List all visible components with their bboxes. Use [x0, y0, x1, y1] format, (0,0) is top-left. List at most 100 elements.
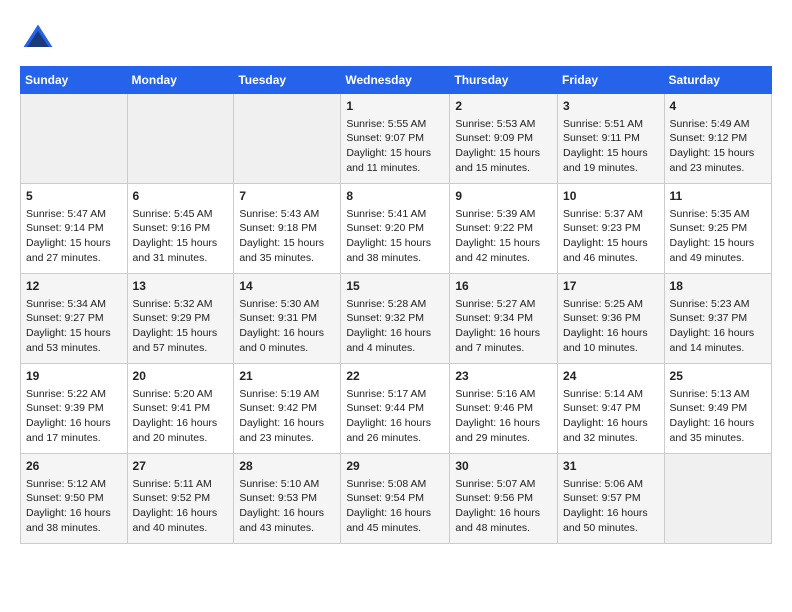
calendar-cell: 26 Sunrise: 5:12 AM Sunset: 9:50 PM Dayli… — [21, 454, 128, 544]
day-number: 26 — [26, 458, 122, 475]
calendar-cell: 21 Sunrise: 5:19 AM Sunset: 9:42 PM Dayli… — [234, 364, 341, 454]
calendar-cell: 28 Sunrise: 5:10 AM Sunset: 9:53 PM Dayli… — [234, 454, 341, 544]
day-number: 1 — [346, 98, 444, 115]
day-number: 24 — [563, 368, 659, 385]
day-info: Sunrise: 5:22 AM Sunset: 9:39 PM Dayligh… — [26, 388, 111, 444]
day-number: 31 — [563, 458, 659, 475]
calendar-cell: 29 Sunrise: 5:08 AM Sunset: 9:54 PM Dayli… — [341, 454, 450, 544]
calendar-cell: 16Sunrise: 5:27 AM Sunset: 9:34 PM Dayli… — [450, 274, 558, 364]
day-info: Sunrise: 5:14 AM Sunset: 9:47 PM Dayligh… — [563, 388, 648, 444]
day-number: 27 — [133, 458, 229, 475]
day-info: Sunrise: 5:51 AM Sunset: 9:11 PM Dayligh… — [563, 118, 648, 174]
day-info: Sunrise: 5:47 AM Sunset: 9:14 PM Dayligh… — [26, 208, 111, 264]
day-info: Sunrise: 5:28 AM Sunset: 9:32 PM Dayligh… — [346, 298, 431, 354]
calendar-cell: 11 Sunrise: 5:35 AM Sunset: 9:25 PM Dayli… — [664, 184, 771, 274]
calendar-cell: 18 Sunrise: 5:23 AM Sunset: 9:37 PM Dayli… — [664, 274, 771, 364]
calendar-header-sunday: Sunday — [21, 67, 128, 94]
day-number: 4 — [670, 98, 766, 115]
day-info: Sunrise: 5:30 AM Sunset: 9:31 PM Dayligh… — [239, 298, 324, 354]
day-number: 23 — [455, 368, 552, 385]
calendar-cell: 24 Sunrise: 5:14 AM Sunset: 9:47 PM Dayli… — [558, 364, 665, 454]
day-number: 8 — [346, 188, 444, 205]
logo-icon — [20, 20, 56, 56]
day-number: 9 — [455, 188, 552, 205]
calendar-cell: 30Sunrise: 5:07 AM Sunset: 9:56 PM Dayli… — [450, 454, 558, 544]
calendar-cell: 7Sunrise: 5:43 AM Sunset: 9:18 PM Daylig… — [234, 184, 341, 274]
calendar-cell: 31 Sunrise: 5:06 AM Sunset: 9:57 PM Dayli… — [558, 454, 665, 544]
day-number: 6 — [133, 188, 229, 205]
day-number: 22 — [346, 368, 444, 385]
day-number: 21 — [239, 368, 335, 385]
calendar-cell: 9Sunrise: 5:39 AM Sunset: 9:22 PM Daylig… — [450, 184, 558, 274]
day-number: 5 — [26, 188, 122, 205]
calendar-header-monday: Monday — [127, 67, 234, 94]
day-info: Sunrise: 5:25 AM Sunset: 9:36 PM Dayligh… — [563, 298, 648, 354]
day-info: Sunrise: 5:41 AM Sunset: 9:20 PM Dayligh… — [346, 208, 431, 264]
day-info: Sunrise: 5:06 AM Sunset: 9:57 PM Dayligh… — [563, 478, 648, 534]
day-info: Sunrise: 5:55 AM Sunset: 9:07 PM Dayligh… — [346, 118, 431, 174]
calendar-header-saturday: Saturday — [664, 67, 771, 94]
day-number: 29 — [346, 458, 444, 475]
calendar-cell: 25Sunrise: 5:13 AM Sunset: 9:49 PM Dayli… — [664, 364, 771, 454]
calendar-cell — [127, 94, 234, 184]
day-info: Sunrise: 5:23 AM Sunset: 9:37 PM Dayligh… — [670, 298, 755, 354]
day-info: Sunrise: 5:37 AM Sunset: 9:23 PM Dayligh… — [563, 208, 648, 264]
day-number: 17 — [563, 278, 659, 295]
day-info: Sunrise: 5:35 AM Sunset: 9:25 PM Dayligh… — [670, 208, 755, 264]
day-info: Sunrise: 5:11 AM Sunset: 9:52 PM Dayligh… — [133, 478, 218, 534]
calendar-cell: 22 Sunrise: 5:17 AM Sunset: 9:44 PM Dayli… — [341, 364, 450, 454]
day-number: 3 — [563, 98, 659, 115]
day-info: Sunrise: 5:20 AM Sunset: 9:41 PM Dayligh… — [133, 388, 218, 444]
day-number: 16 — [455, 278, 552, 295]
calendar-cell — [664, 454, 771, 544]
calendar-week-row: 12Sunrise: 5:34 AM Sunset: 9:27 PM Dayli… — [21, 274, 772, 364]
day-number: 18 — [670, 278, 766, 295]
day-number: 25 — [670, 368, 766, 385]
calendar-cell: 13 Sunrise: 5:32 AM Sunset: 9:29 PM Dayli… — [127, 274, 234, 364]
day-number: 11 — [670, 188, 766, 205]
day-info: Sunrise: 5:16 AM Sunset: 9:46 PM Dayligh… — [455, 388, 540, 444]
day-number: 20 — [133, 368, 229, 385]
calendar-cell — [234, 94, 341, 184]
day-info: Sunrise: 5:08 AM Sunset: 9:54 PM Dayligh… — [346, 478, 431, 534]
calendar-week-row: 1 Sunrise: 5:55 AM Sunset: 9:07 PM Daylig… — [21, 94, 772, 184]
day-number: 19 — [26, 368, 122, 385]
calendar-cell: 15 Sunrise: 5:28 AM Sunset: 9:32 PM Dayli… — [341, 274, 450, 364]
logo — [20, 20, 62, 56]
day-info: Sunrise: 5:45 AM Sunset: 9:16 PM Dayligh… — [133, 208, 218, 264]
day-number: 30 — [455, 458, 552, 475]
calendar-cell: 17 Sunrise: 5:25 AM Sunset: 9:36 PM Dayli… — [558, 274, 665, 364]
day-info: Sunrise: 5:49 AM Sunset: 9:12 PM Dayligh… — [670, 118, 755, 174]
calendar-cell: 2Sunrise: 5:53 AM Sunset: 9:09 PM Daylig… — [450, 94, 558, 184]
day-number: 14 — [239, 278, 335, 295]
calendar-week-row: 26 Sunrise: 5:12 AM Sunset: 9:50 PM Dayli… — [21, 454, 772, 544]
day-number: 10 — [563, 188, 659, 205]
day-number: 15 — [346, 278, 444, 295]
calendar-cell: 5 Sunrise: 5:47 AM Sunset: 9:14 PM Daylig… — [21, 184, 128, 274]
calendar-week-row: 19 Sunrise: 5:22 AM Sunset: 9:39 PM Dayli… — [21, 364, 772, 454]
day-number: 7 — [239, 188, 335, 205]
calendar-header-friday: Friday — [558, 67, 665, 94]
day-info: Sunrise: 5:17 AM Sunset: 9:44 PM Dayligh… — [346, 388, 431, 444]
day-info: Sunrise: 5:19 AM Sunset: 9:42 PM Dayligh… — [239, 388, 324, 444]
calendar-header-thursday: Thursday — [450, 67, 558, 94]
calendar-cell: 8 Sunrise: 5:41 AM Sunset: 9:20 PM Daylig… — [341, 184, 450, 274]
day-info: Sunrise: 5:12 AM Sunset: 9:50 PM Dayligh… — [26, 478, 111, 534]
calendar-cell: 20 Sunrise: 5:20 AM Sunset: 9:41 PM Dayli… — [127, 364, 234, 454]
calendar-header-row: SundayMondayTuesdayWednesdayThursdayFrid… — [21, 67, 772, 94]
day-number: 28 — [239, 458, 335, 475]
calendar-cell: 12Sunrise: 5:34 AM Sunset: 9:27 PM Dayli… — [21, 274, 128, 364]
calendar-week-row: 5 Sunrise: 5:47 AM Sunset: 9:14 PM Daylig… — [21, 184, 772, 274]
calendar-cell: 14 Sunrise: 5:30 AM Sunset: 9:31 PM Dayli… — [234, 274, 341, 364]
day-number: 2 — [455, 98, 552, 115]
page-header — [20, 20, 772, 56]
calendar-cell: 4 Sunrise: 5:49 AM Sunset: 9:12 PM Daylig… — [664, 94, 771, 184]
calendar-cell: 23 Sunrise: 5:16 AM Sunset: 9:46 PM Dayli… — [450, 364, 558, 454]
calendar-cell — [21, 94, 128, 184]
day-info: Sunrise: 5:10 AM Sunset: 9:53 PM Dayligh… — [239, 478, 324, 534]
calendar-cell: 1 Sunrise: 5:55 AM Sunset: 9:07 PM Daylig… — [341, 94, 450, 184]
day-number: 13 — [133, 278, 229, 295]
day-info: Sunrise: 5:32 AM Sunset: 9:29 PM Dayligh… — [133, 298, 218, 354]
day-info: Sunrise: 5:34 AM Sunset: 9:27 PM Dayligh… — [26, 298, 111, 354]
calendar-header-tuesday: Tuesday — [234, 67, 341, 94]
